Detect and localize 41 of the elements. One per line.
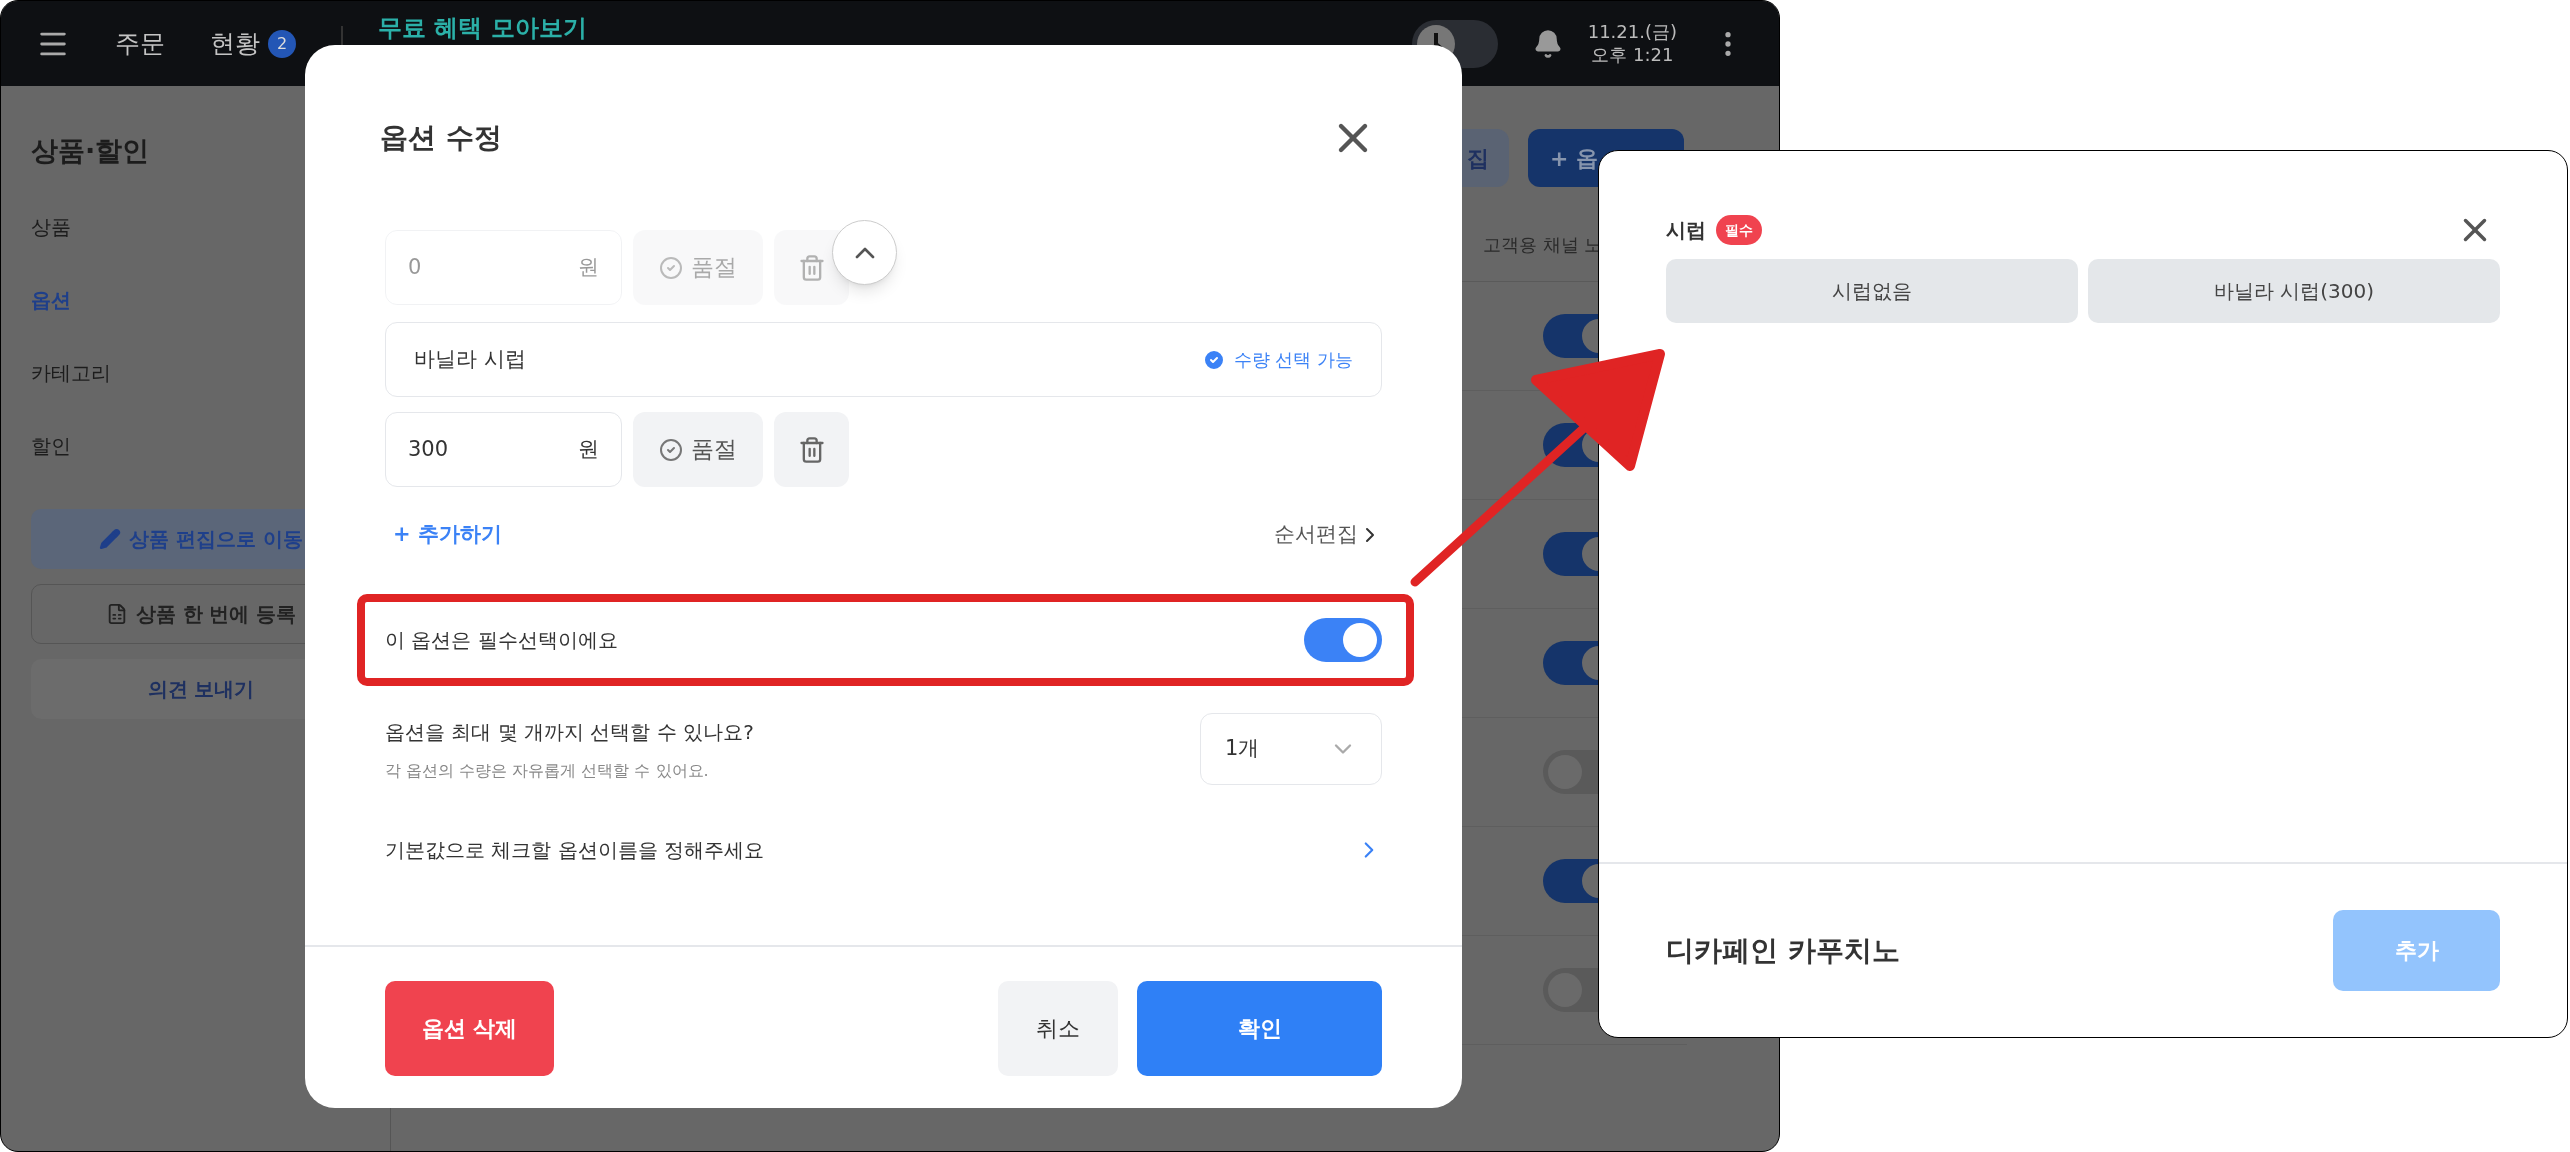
date-text: 11.21.(금) bbox=[1587, 21, 1677, 44]
price-value: 0 bbox=[408, 253, 422, 281]
trash-icon bbox=[797, 435, 826, 464]
cancel-button[interactable]: 취소 bbox=[998, 981, 1118, 1076]
max-select-help: 각 옵션의 수량은 자유롭게 선택할 수 있어요. bbox=[385, 760, 710, 782]
nav-tab[interactable]: 주문 bbox=[115, 24, 165, 63]
price-field[interactable]: 300 원 bbox=[385, 412, 622, 487]
delete-option-button[interactable]: 옵션 삭제 bbox=[385, 981, 554, 1076]
pencil-icon bbox=[99, 527, 122, 550]
check-circle-icon bbox=[659, 255, 683, 280]
quantity-label: 수량 선택 가능 bbox=[1233, 348, 1353, 372]
group-label: 시럽 bbox=[1666, 217, 1706, 244]
add-link[interactable]: + 추가하기 bbox=[385, 519, 502, 551]
required-badge: 필수 bbox=[1716, 215, 1762, 245]
option-name: 바닐라 시럽 bbox=[414, 345, 526, 373]
sidebar-title: 상품·할인 bbox=[31, 134, 151, 168]
product-name: 디카페인 카푸치노 bbox=[1666, 932, 1900, 969]
toggle-switch[interactable] bbox=[1304, 618, 1382, 662]
max-select-label: 옵션을 최대 몇 개까지 선택할 수 있나요? bbox=[385, 719, 754, 746]
count-badge: 2 bbox=[268, 29, 296, 58]
currency-unit: 원 bbox=[578, 253, 599, 281]
check-circle-icon bbox=[659, 437, 683, 462]
option-name-field[interactable]: 바닐라 시럽 수량 선택 가능 bbox=[385, 322, 1382, 397]
price-field[interactable]: 0 원 bbox=[385, 230, 622, 305]
choice-button[interactable]: 시럽없음 bbox=[1666, 259, 2078, 323]
dialog-title: 옵션 수정 bbox=[380, 120, 502, 156]
time-text: 오후 1:21 bbox=[1591, 43, 1674, 66]
banner-link[interactable]: 무료 혜택 모아보기 bbox=[378, 13, 587, 43]
nav-tab[interactable]: 현황 bbox=[210, 24, 260, 63]
trash-icon bbox=[797, 253, 826, 282]
default-option-link[interactable]: 기본값으로 체크할 옵션이름을 정해주세요 bbox=[385, 835, 765, 865]
currency-unit: 원 bbox=[578, 435, 599, 463]
reorder-link[interactable]: 순서편집 bbox=[1274, 519, 1358, 551]
confirm-button[interactable]: 확인 bbox=[1137, 981, 1382, 1076]
soldout-button[interactable]: 품절 bbox=[633, 230, 763, 305]
delete-button[interactable] bbox=[774, 412, 849, 487]
count-select[interactable]: 1개 bbox=[1200, 713, 1382, 785]
soldout-button[interactable]: 품절 bbox=[633, 412, 763, 487]
required-label: 이 옵션은 필수선택이에요 bbox=[385, 627, 618, 654]
price-value: 300 bbox=[408, 435, 449, 463]
choice-button[interactable]: 바닐라 시럽(300) bbox=[2088, 259, 2500, 323]
